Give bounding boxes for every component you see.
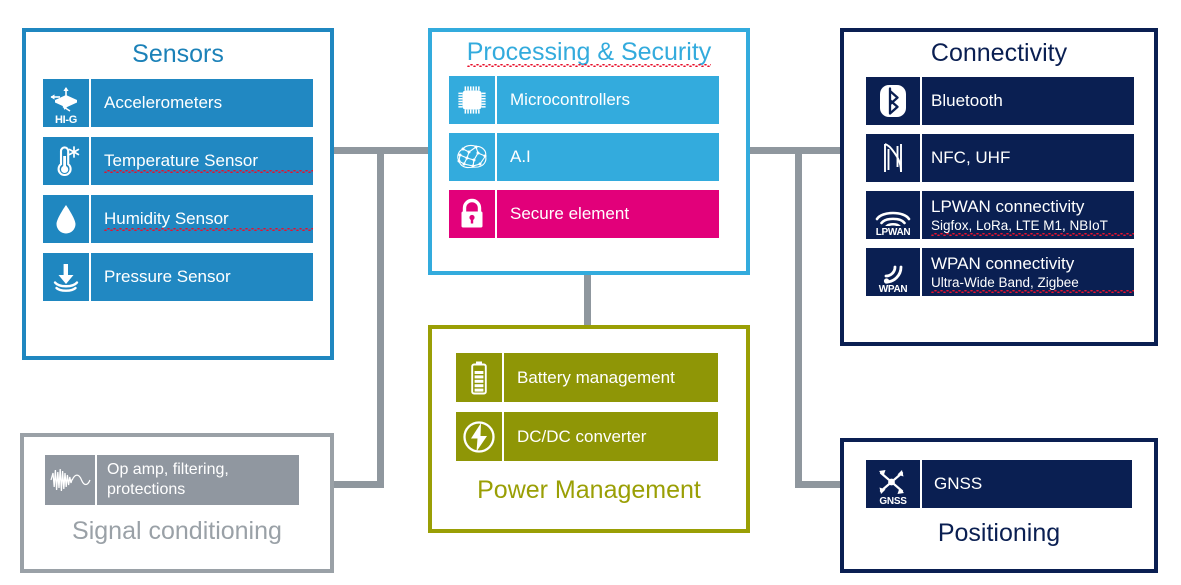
list-item-title: Microcontrollers — [510, 90, 630, 109]
list-item-label: GNSS — [920, 460, 1132, 508]
bluetooth-icon — [866, 77, 920, 125]
list-item-title: Secure element — [510, 204, 630, 223]
battery-icon — [456, 353, 502, 402]
lpwan-signal-icon: LPWAN — [866, 191, 920, 239]
lightning-bolt-icon — [456, 412, 502, 461]
diagram-canvas: Sensors HI-G Accelerometers Temperature … — [0, 0, 1181, 585]
list-item-title: NFC, UHF — [931, 148, 1011, 167]
list-item[interactable]: A.I — [449, 133, 719, 181]
panel-title-text: Processing & Security — [466, 38, 712, 67]
list-item-title: Bluetooth — [931, 91, 1003, 110]
panel-sensors[interactable]: Sensors HI-G Accelerometers Temperature … — [22, 28, 334, 360]
pressure-arrow-icon — [43, 253, 89, 301]
panel-processing-security-title: Processing & Security — [432, 38, 746, 67]
list-item-title: Temperature Sensor — [104, 151, 313, 173]
gnss-badge: GNSS — [879, 496, 907, 507]
chip-icon — [449, 76, 495, 124]
list-item-label: Humidity Sensor — [89, 195, 313, 243]
list-item-label: Op amp, filtering, protections — [95, 455, 299, 505]
list-item[interactable]: Microcontrollers — [449, 76, 719, 124]
list-item-label: A.I — [495, 133, 719, 181]
thermometer-icon — [43, 137, 89, 185]
nfc-icon — [866, 134, 920, 182]
panel-signal-conditioning[interactable]: Op amp, filtering, protections Signal co… — [20, 433, 334, 573]
list-item-title: Accelerometers — [104, 93, 223, 112]
list-item-title: Humidity Sensor — [104, 209, 313, 231]
list-item-title: DC/DC converter — [517, 426, 647, 446]
list-item[interactable]: Bluetooth — [866, 77, 1134, 125]
waveform-icon — [45, 455, 95, 505]
list-item[interactable]: Temperature Sensor — [43, 137, 313, 185]
list-item-label: DC/DC converter — [502, 412, 718, 461]
list-item-label: Secure element — [495, 190, 719, 238]
brain-network-icon — [449, 133, 495, 181]
list-item[interactable]: Op amp, filtering, protections — [45, 455, 299, 505]
list-item-subtitle: Ultra-Wide Band, Zigbee — [931, 274, 1134, 293]
padlock-icon — [449, 190, 495, 238]
positioning-item-list: GNSS GNSS — [866, 460, 1132, 508]
list-item[interactable]: NFC, UHF — [866, 134, 1134, 182]
panel-power-management-title: Power Management — [477, 476, 701, 504]
list-item[interactable]: Pressure Sensor — [43, 253, 313, 301]
wpan-signal-icon: WPAN — [866, 248, 920, 296]
list-item-label: WPAN connectivity Ultra-Wide Band, Zigbe… — [920, 248, 1134, 296]
accelerometer-icon: HI-G — [43, 79, 89, 127]
list-item-title: LPWAN connectivity — [931, 196, 1085, 216]
list-item[interactable]: Secure element — [449, 190, 719, 238]
list-item-title: GNSS — [934, 474, 983, 493]
list-item-label: Microcontrollers — [495, 76, 719, 124]
power-item-list: Battery management DC/DC converter — [456, 353, 718, 461]
gnss-satellite-icon: GNSS — [866, 460, 920, 508]
list-item[interactable]: WPAN WPAN connectivity Ultra-Wide Band, … — [866, 248, 1134, 296]
panel-signal-conditioning-title: Signal conditioning — [72, 517, 282, 545]
list-item-label: NFC, UHF — [920, 134, 1134, 182]
list-item-label: LPWAN connectivity Sigfox, LoRa, LTE M1,… — [920, 191, 1134, 239]
wpan-badge: WPAN — [878, 284, 908, 295]
panel-processing-security[interactable]: Processing & Security Microcontrollers A… — [428, 28, 750, 275]
panel-connectivity[interactable]: Connectivity Bluetooth NFC, UHF LPWAN LP… — [840, 28, 1158, 346]
list-item-title: Battery management — [517, 367, 675, 387]
processing-item-list: Microcontrollers A.I Secure element — [449, 76, 719, 238]
list-item[interactable]: Battery management — [456, 353, 718, 402]
sensors-item-list: HI-G Accelerometers Temperature Sensor H… — [43, 79, 313, 301]
list-item[interactable]: Humidity Sensor — [43, 195, 313, 243]
list-item[interactable]: DC/DC converter — [456, 412, 718, 461]
list-item-subtitle: Sigfox, LoRa, LTE M1, NBIoT — [931, 217, 1134, 236]
list-item-label: Bluetooth — [920, 77, 1134, 125]
panel-power-management[interactable]: Battery management DC/DC converter Power… — [428, 325, 750, 533]
list-item-label: Battery management — [502, 353, 718, 402]
list-item-title: Pressure Sensor — [104, 267, 231, 286]
connectivity-item-list: Bluetooth NFC, UHF LPWAN LPWAN connectiv… — [866, 77, 1134, 296]
signal-item-list: Op amp, filtering, protections — [45, 455, 299, 505]
water-drop-icon — [43, 195, 89, 243]
list-item[interactable]: GNSS GNSS — [866, 460, 1132, 508]
lpwan-badge: LPWAN — [875, 227, 911, 238]
accelerometer-badge: HI-G — [54, 114, 78, 126]
panel-positioning-title: Positioning — [937, 519, 1061, 547]
panel-sensors-title: Sensors — [132, 40, 224, 68]
list-item-subtitle: protections — [107, 481, 186, 498]
list-item[interactable]: LPWAN LPWAN connectivity Sigfox, LoRa, L… — [866, 191, 1134, 239]
list-item[interactable]: HI-G Accelerometers — [43, 79, 313, 127]
list-item-title: WPAN connectivity — [931, 253, 1075, 273]
list-item-label: Accelerometers — [89, 79, 313, 127]
list-item-label: Pressure Sensor — [89, 253, 313, 301]
panel-connectivity-title: Connectivity — [930, 39, 1068, 67]
list-item-label: Temperature Sensor — [89, 137, 313, 185]
panel-positioning[interactable]: GNSS GNSS Positioning — [840, 438, 1158, 573]
list-item-title: A.I — [510, 147, 531, 166]
list-item-title: Op amp, filtering, — [107, 461, 229, 478]
